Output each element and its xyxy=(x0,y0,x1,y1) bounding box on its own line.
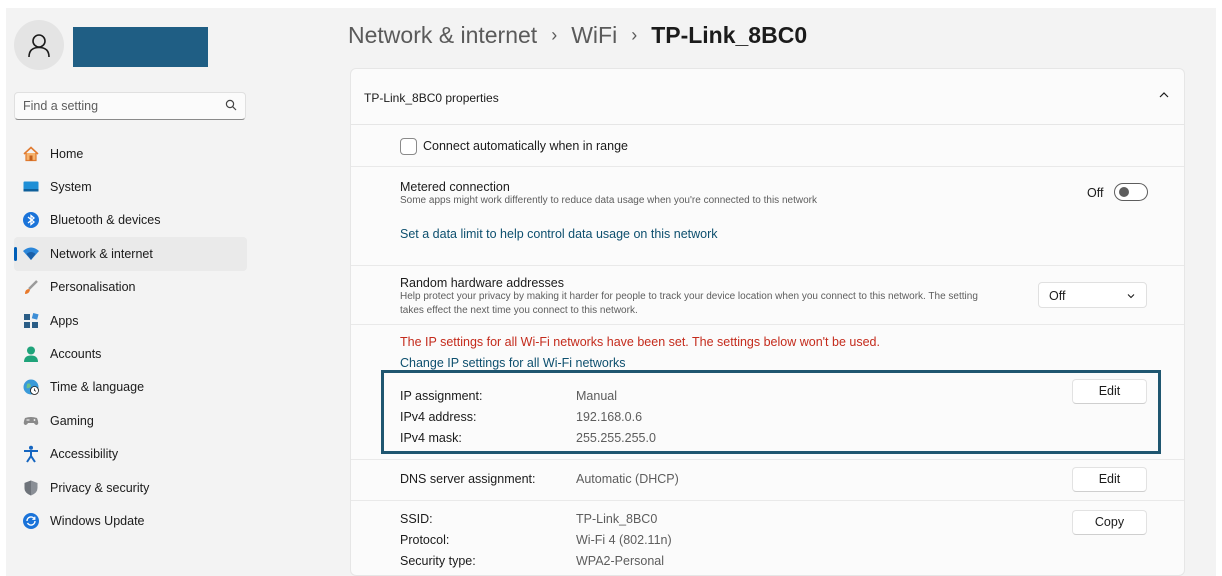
security-type-value: WPA2-Personal xyxy=(576,554,664,568)
sidebar-item-system[interactable]: System xyxy=(14,170,247,203)
home-icon xyxy=(22,145,40,163)
sidebar-item-gaming[interactable]: Gaming xyxy=(14,404,247,437)
ip-warning: The IP settings for all Wi-Fi networks h… xyxy=(400,335,880,349)
account-name-redacted xyxy=(73,27,208,67)
sidebar-item-accessibility[interactable]: Accessibility xyxy=(14,438,247,471)
sidebar-item-privacy[interactable]: Privacy & security xyxy=(14,471,247,504)
random-hw-title: Random hardware addresses xyxy=(400,276,564,290)
metered-description: Some apps might work differently to redu… xyxy=(400,195,817,206)
globe-clock-icon xyxy=(22,378,40,396)
divider xyxy=(351,265,1184,266)
ssid-label: SSID: xyxy=(400,512,433,526)
divider xyxy=(351,166,1184,167)
accounts-icon xyxy=(22,345,40,363)
sidebar-item-windows-update[interactable]: Windows Update xyxy=(14,504,247,537)
auto-connect-label: Connect automatically when in range xyxy=(423,139,628,153)
random-hw-select[interactable]: Off xyxy=(1038,282,1147,308)
ipv4-address-value: 192.168.0.6 xyxy=(576,410,643,424)
sidebar-item-label: Time & language xyxy=(50,380,145,395)
properties-header[interactable]: TP-Link_8BC0 properties xyxy=(351,69,1184,125)
sidebar-item-label: Windows Update xyxy=(50,513,145,528)
ipv4-address-label: IPv4 address: xyxy=(400,410,477,424)
chevron-right-icon: › xyxy=(551,25,558,45)
search-input[interactable]: Find a setting xyxy=(14,92,246,120)
random-hw-description-line2: takes effect the next time you connect t… xyxy=(400,305,638,316)
security-type-label: Security type: xyxy=(400,554,476,568)
sidebar-item-label: Personalisation xyxy=(50,280,136,295)
protocol-value: Wi-Fi 4 (802.11n) xyxy=(576,533,672,547)
auto-connect-checkbox[interactable] xyxy=(400,138,417,155)
sidebar-item-label: Apps xyxy=(50,313,79,328)
chevron-up-icon[interactable] xyxy=(1158,89,1170,101)
sidebar-item-time-language[interactable]: Time & language xyxy=(14,371,247,404)
chevron-down-icon xyxy=(1127,294,1135,299)
change-ip-link[interactable]: Change IP settings for all Wi-Fi network… xyxy=(400,356,626,370)
sidebar-item-apps[interactable]: Apps xyxy=(14,304,247,337)
update-icon xyxy=(22,512,40,530)
shield-icon xyxy=(22,479,40,497)
divider xyxy=(351,324,1184,325)
dns-edit-button[interactable]: Edit xyxy=(1072,467,1147,492)
data-limit-link[interactable]: Set a data limit to help control data us… xyxy=(400,227,718,241)
divider xyxy=(351,500,1184,501)
ip-assignment-label: IP assignment: xyxy=(400,389,483,403)
brush-icon xyxy=(22,278,40,296)
sidebar-item-label: Home xyxy=(50,146,84,161)
page-title: TP-Link_8BC0 xyxy=(651,22,808,48)
accessibility-icon xyxy=(22,445,40,463)
divider xyxy=(351,459,1184,460)
dns-label: DNS server assignment: xyxy=(400,472,536,486)
dns-value: Automatic (DHCP) xyxy=(576,472,679,486)
random-hw-description-line1: Help protect your privacy by making it h… xyxy=(400,291,978,302)
sidebar-item-label: Privacy & security xyxy=(50,480,150,495)
sidebar-item-label: Accessibility xyxy=(50,447,119,462)
chevron-right-icon: › xyxy=(631,25,638,45)
sidebar-item-home[interactable]: Home xyxy=(14,137,247,170)
sidebar-item-accounts[interactable]: Accounts xyxy=(14,337,247,370)
copy-button[interactable]: Copy xyxy=(1072,510,1147,535)
sidebar-item-label: Accounts xyxy=(50,347,102,362)
metered-toggle-state: Off xyxy=(1087,186,1104,200)
metered-toggle[interactable] xyxy=(1114,183,1148,201)
metered-title: Metered connection xyxy=(400,180,510,194)
ip-edit-button[interactable]: Edit xyxy=(1072,379,1147,404)
bluetooth-icon xyxy=(22,211,40,229)
properties-card: TP-Link_8BC0 properties Connect automati… xyxy=(350,68,1185,576)
sidebar-item-bluetooth[interactable]: Bluetooth & devices xyxy=(14,204,247,237)
avatar[interactable] xyxy=(14,20,64,70)
sidebar-item-label: System xyxy=(50,180,92,195)
sidebar-item-label: Network & internet xyxy=(50,246,153,261)
search-placeholder: Find a setting xyxy=(23,99,99,113)
system-icon xyxy=(22,178,40,196)
sidebar-item-personalisation[interactable]: Personalisation xyxy=(14,271,247,304)
gamepad-icon xyxy=(22,412,40,430)
breadcrumb-wifi[interactable]: WiFi xyxy=(571,22,617,49)
ipv4-mask-value: 255.255.255.0 xyxy=(576,431,656,445)
sidebar-item-label: Gaming xyxy=(50,413,94,428)
ip-assignment-value: Manual xyxy=(576,389,617,403)
wifi-icon xyxy=(22,245,40,263)
sidebar-item-label: Bluetooth & devices xyxy=(50,213,161,228)
sidebar-item-network[interactable]: Network & internet xyxy=(14,237,247,271)
breadcrumb-network[interactable]: Network & internet xyxy=(348,22,537,49)
apps-icon xyxy=(22,312,40,330)
search-icon xyxy=(225,99,237,111)
sidebar-nav: Home System Bluetooth & devices Network … xyxy=(14,137,247,538)
ssid-value: TP-Link_8BC0 xyxy=(576,512,658,526)
person-icon xyxy=(28,34,50,58)
breadcrumb: Network & internet › WiFi › TP-Link_8BC0 xyxy=(348,22,807,49)
random-hw-selected: Off xyxy=(1049,289,1066,303)
ipv4-mask-label: IPv4 mask: xyxy=(400,431,462,445)
properties-title: TP-Link_8BC0 properties xyxy=(364,91,499,105)
protocol-label: Protocol: xyxy=(400,533,450,547)
